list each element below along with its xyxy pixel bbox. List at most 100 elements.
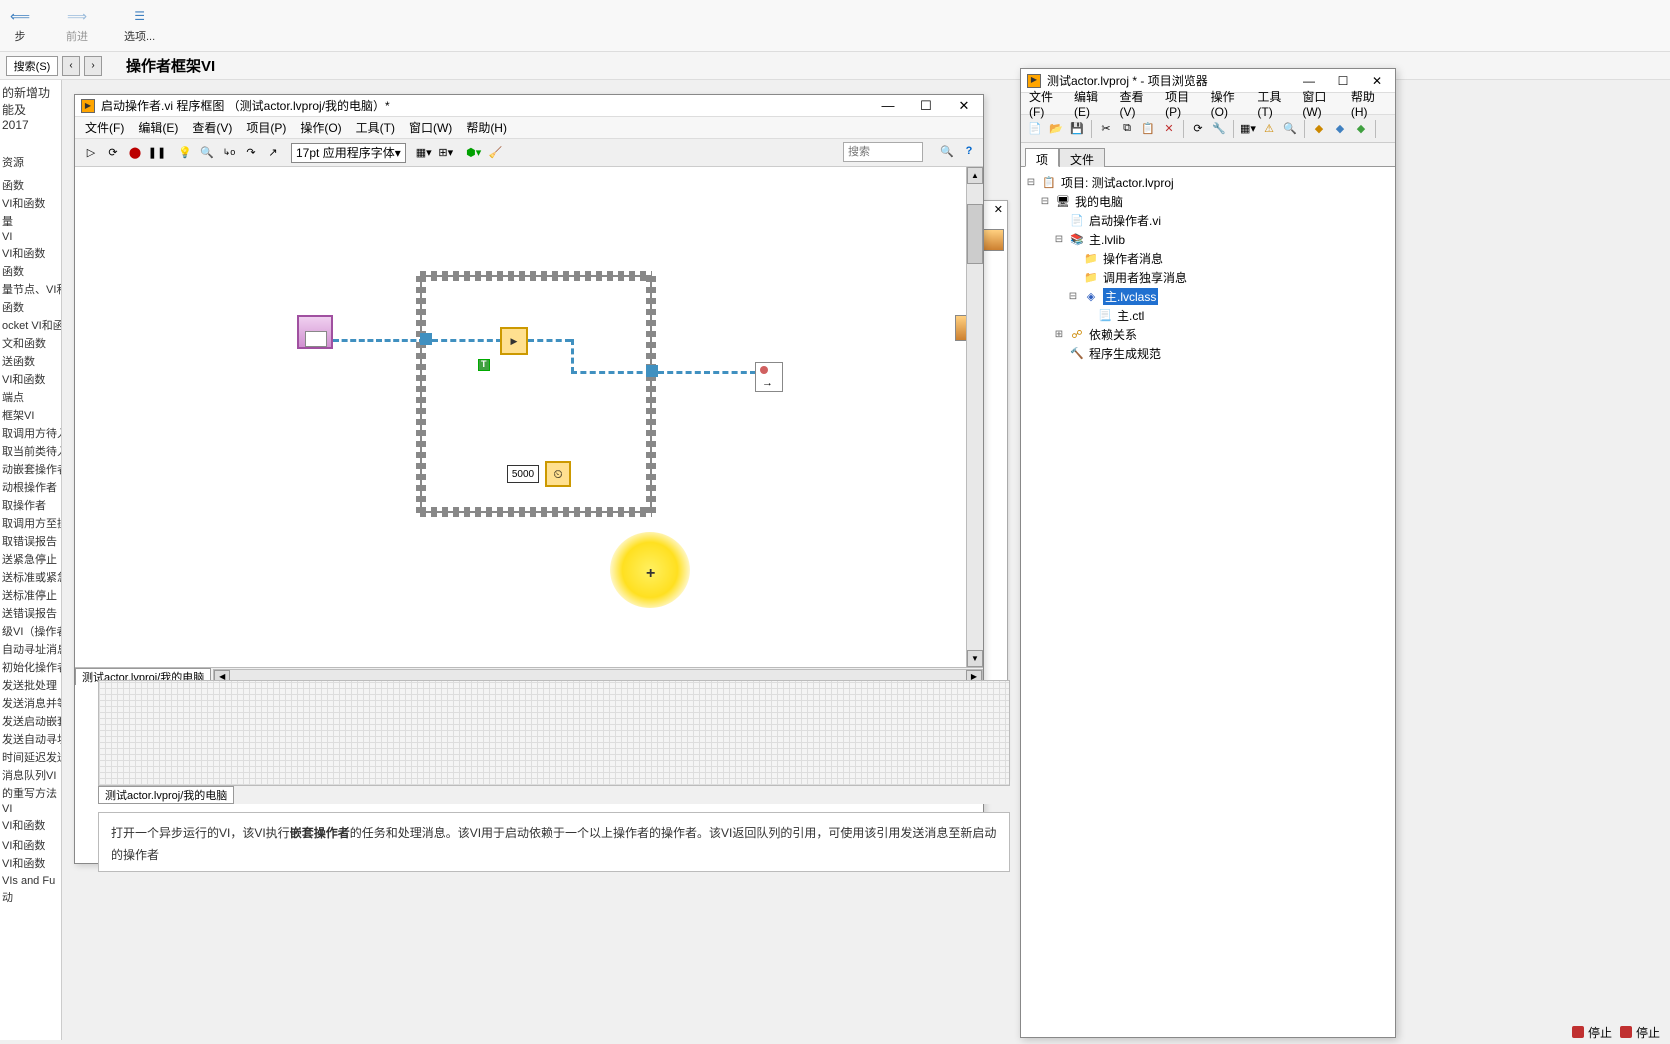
maximize-button[interactable]: ☐ — [913, 98, 939, 114]
tree-caller-msgs[interactable]: 📁 调用者独享消息 — [1025, 268, 1391, 287]
expand-icon[interactable]: ⊟ — [1039, 196, 1051, 207]
palette-item[interactable]: 函数 — [0, 262, 61, 280]
forward-button[interactable]: ⟹ 前进 — [56, 6, 98, 44]
menu-help[interactable]: 帮助(H) — [1351, 88, 1387, 119]
wait-ms-function[interactable] — [545, 461, 571, 487]
wire[interactable] — [571, 339, 574, 373]
expand-icon[interactable]: ⊟ — [1025, 177, 1037, 188]
palette-item[interactable]: 送紧急停止 — [0, 550, 61, 568]
palette-item[interactable]: VI和函数 — [0, 854, 61, 872]
palette-item[interactable]: 发送自动寻址 — [0, 730, 61, 748]
palette-item[interactable]: VI和函数 — [0, 194, 61, 212]
cleanup-button[interactable]: 🧹 — [486, 143, 506, 163]
palette-item[interactable]: VI — [0, 230, 61, 244]
expand-icon[interactable]: ⊟ — [1053, 234, 1065, 245]
menu-project[interactable]: 项目(P) — [246, 119, 286, 136]
palette-item[interactable]: 初始化操作者 — [0, 658, 61, 676]
wire[interactable] — [571, 371, 652, 374]
tree-dependencies[interactable]: ⊞ ☍ 依赖关系 — [1025, 325, 1391, 344]
properties-icon[interactable]: 🔧 — [1209, 119, 1229, 139]
palette-item[interactable]: 取操作者 — [0, 496, 61, 514]
step-over-button[interactable]: ↷ — [241, 143, 261, 163]
palette-item[interactable]: 发送启动嵌套 — [0, 712, 61, 730]
menu-view[interactable]: 查看(V) — [1120, 88, 1156, 119]
tab-files[interactable]: 文件 — [1059, 148, 1105, 167]
close-button[interactable]: ✕ — [1365, 74, 1389, 88]
palette-item[interactable]: 文和函数 — [0, 334, 61, 352]
step-into-button[interactable]: ↳o — [219, 143, 239, 163]
tunnel-in[interactable] — [420, 333, 432, 345]
tree-main-ctl[interactable]: 📃 主.ctl — [1025, 306, 1391, 325]
palette-item[interactable]: 发送批处理 — [0, 676, 61, 694]
expand-icon[interactable]: ⊟ — [1067, 291, 1079, 302]
palette-item[interactable]: 取调用方至操 — [0, 514, 61, 532]
status-stop-1[interactable]: 停止 — [1572, 1024, 1612, 1041]
tree-build-specs[interactable]: 🔨 程序生成规范 — [1025, 344, 1391, 363]
palette-item[interactable]: VI和函数 — [0, 244, 61, 262]
align-button[interactable]: ▦▾ — [414, 143, 434, 163]
palette-item[interactable]: VI — [0, 802, 61, 816]
palette-item[interactable]: 送标准或紧急 — [0, 568, 61, 586]
font-selector[interactable]: 17pt 应用程序字体▾ — [291, 143, 406, 163]
palette-item[interactable]: 时间延迟发送 — [0, 748, 61, 766]
minimize-button[interactable]: — — [1297, 74, 1321, 88]
filter-icon[interactable]: ▦▾ — [1238, 119, 1258, 139]
front-panel-grid[interactable] — [98, 680, 1010, 786]
source-icon[interactable]: ◆ — [1351, 119, 1371, 139]
step-out-button[interactable]: ↗ — [263, 143, 283, 163]
palette-item[interactable]: VIs and Fu — [0, 874, 61, 888]
find-icon[interactable]: 🔍 — [1280, 119, 1300, 139]
tree-main-lvlib[interactable]: ⊟ 📚 主.lvlib — [1025, 230, 1391, 249]
bd-search-input[interactable] — [843, 142, 923, 162]
menu-view[interactable]: 查看(V) — [192, 119, 232, 136]
help-icon[interactable]: ? — [959, 141, 979, 161]
bd-canvas[interactable]: 5000 + ▲ ▼ — [75, 167, 983, 667]
tree-actor-msgs[interactable]: 📁 操作者消息 — [1025, 249, 1391, 268]
palette-item[interactable]: 函数 — [0, 298, 61, 316]
palette-item[interactable]: 框架VI — [0, 406, 61, 424]
menu-tools[interactable]: 工具(T) — [1257, 88, 1292, 119]
expand-icon[interactable]: ⊞ — [1053, 329, 1065, 340]
boolean-true-constant[interactable] — [478, 359, 490, 371]
palette-item[interactable]: ocket VI和函 — [0, 316, 61, 334]
menu-project[interactable]: 项目(P) — [1165, 88, 1201, 119]
palette-item[interactable]: 自动寻址消息 — [0, 640, 61, 658]
class-constant[interactable] — [297, 315, 333, 349]
tree-root[interactable]: ⊟ 📋 项目: 测试actor.lvproj — [1025, 173, 1391, 192]
tree-launch-vi[interactable]: 📄 启动操作者.vi — [1025, 211, 1391, 230]
tree-main-lvclass[interactable]: ⊟ ◈ 主.lvclass — [1025, 287, 1391, 306]
palette-item[interactable]: VI和函数 — [0, 816, 61, 834]
status-stop-2[interactable]: 停止 — [1620, 1024, 1660, 1041]
refresh-icon[interactable]: ⟳ — [1188, 119, 1208, 139]
next-mini-button[interactable]: › — [84, 56, 102, 76]
menu-window[interactable]: 窗口(W) — [409, 119, 452, 136]
launch-actor-subvi[interactable] — [500, 327, 528, 355]
warning-icon[interactable]: ⚠ — [1259, 119, 1279, 139]
maximize-button[interactable]: ☐ — [1331, 74, 1355, 88]
palette-item[interactable]: 量节点、VI和 — [0, 280, 61, 298]
open-icon[interactable]: 📂 — [1046, 119, 1066, 139]
close-icon[interactable]: ✕ — [994, 203, 1003, 216]
palette-item[interactable]: 送错误报告 — [0, 604, 61, 622]
enqueuer-indicator[interactable] — [755, 362, 783, 392]
palette-item[interactable]: 的重写方法 — [0, 784, 61, 802]
run-button[interactable]: ▷ — [81, 143, 101, 163]
vertical-scrollbar[interactable]: ▲ ▼ — [966, 167, 983, 667]
search-mini-button[interactable]: 搜索(S) — [6, 56, 58, 76]
palette-item[interactable]: VI和函数 — [0, 370, 61, 388]
new-icon[interactable]: 📄 — [1025, 119, 1045, 139]
bd-titlebar[interactable]: 启动操作者.vi 程序框图 （测试actor.lvproj/我的电脑）* — ☐… — [75, 95, 983, 117]
palette-item[interactable]: 送标准停止 — [0, 586, 61, 604]
palette-item[interactable]: 动根操作者 — [0, 478, 61, 496]
highlight-exec-button[interactable]: 💡 — [175, 143, 195, 163]
copy-icon[interactable]: ⧉ — [1117, 119, 1137, 139]
paste-icon[interactable]: 📋 — [1138, 119, 1158, 139]
deploy-icon[interactable]: ◆ — [1330, 119, 1350, 139]
cut-icon[interactable]: ✂ — [1096, 119, 1116, 139]
menu-operate[interactable]: 操作(O) — [300, 119, 341, 136]
tunnel-out[interactable] — [646, 365, 658, 377]
menu-operate[interactable]: 操作(O) — [1211, 88, 1248, 119]
scroll-down-arrow[interactable]: ▼ — [967, 650, 983, 667]
palette-item[interactable]: 消息队列VI — [0, 766, 61, 784]
palette-item[interactable]: 端点 — [0, 388, 61, 406]
